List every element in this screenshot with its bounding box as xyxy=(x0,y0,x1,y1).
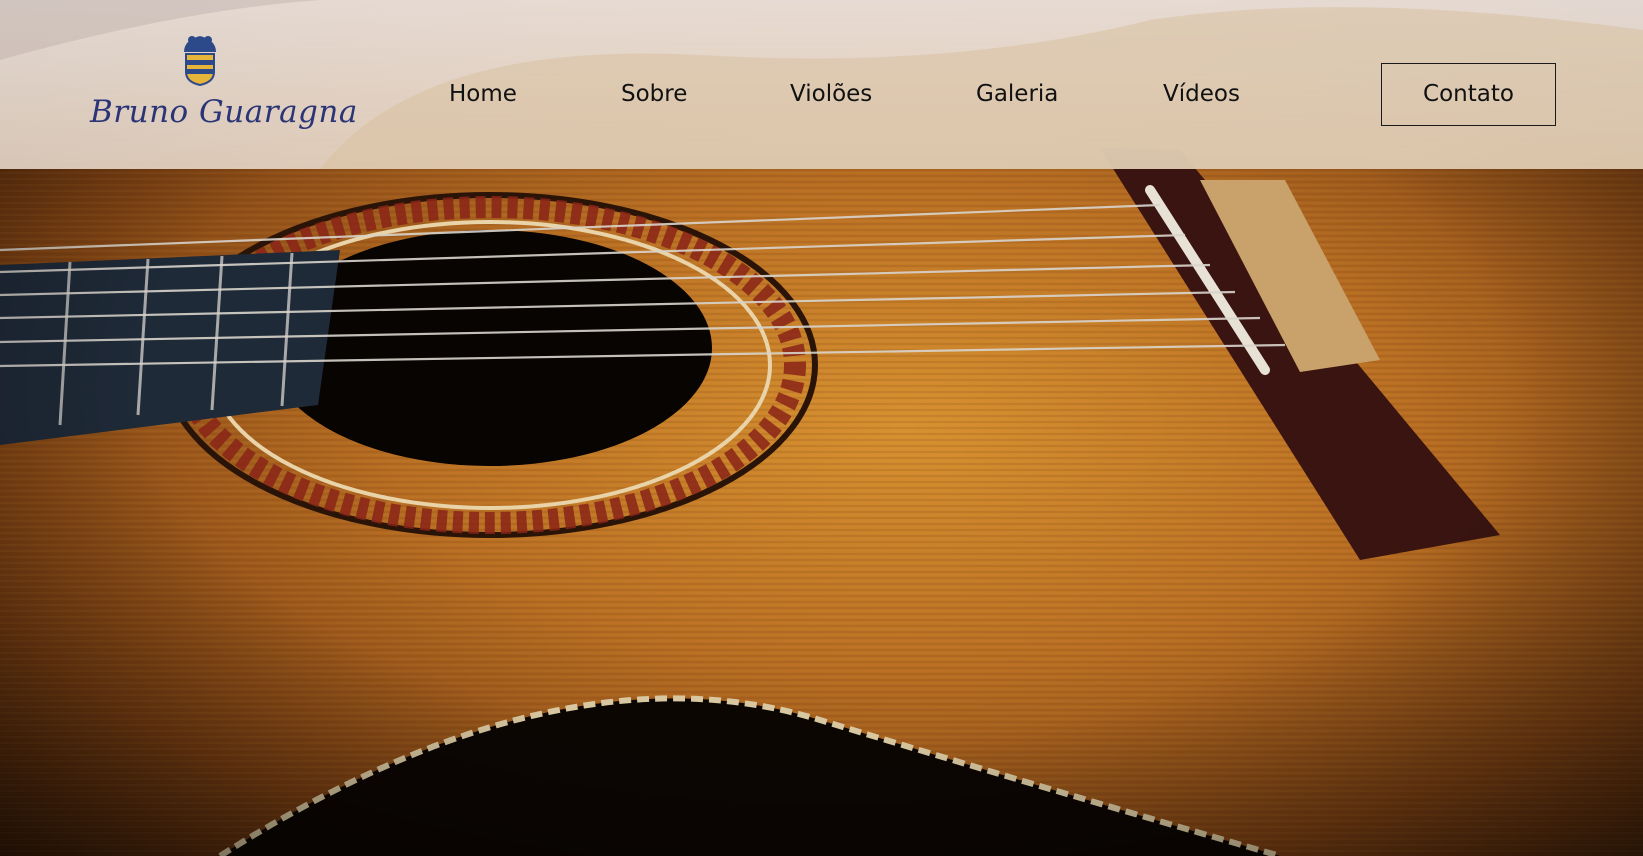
site-header: Bruno Guaragna Home Sobre Violões Galeri… xyxy=(0,0,1643,169)
contact-button[interactable]: Contato xyxy=(1381,63,1556,126)
nav-item-violoes[interactable]: Violões xyxy=(790,76,872,112)
nav-item-sobre[interactable]: Sobre xyxy=(621,76,687,112)
nav-item-videos[interactable]: Vídeos xyxy=(1163,76,1240,112)
nav-item-galeria[interactable]: Galeria xyxy=(976,76,1058,112)
brand-name: Bruno Guaragna xyxy=(90,94,358,130)
coat-of-arms-icon xyxy=(184,36,216,86)
nav-item-home[interactable]: Home xyxy=(449,76,517,112)
site-logo[interactable]: Bruno Guaragna xyxy=(90,32,358,152)
